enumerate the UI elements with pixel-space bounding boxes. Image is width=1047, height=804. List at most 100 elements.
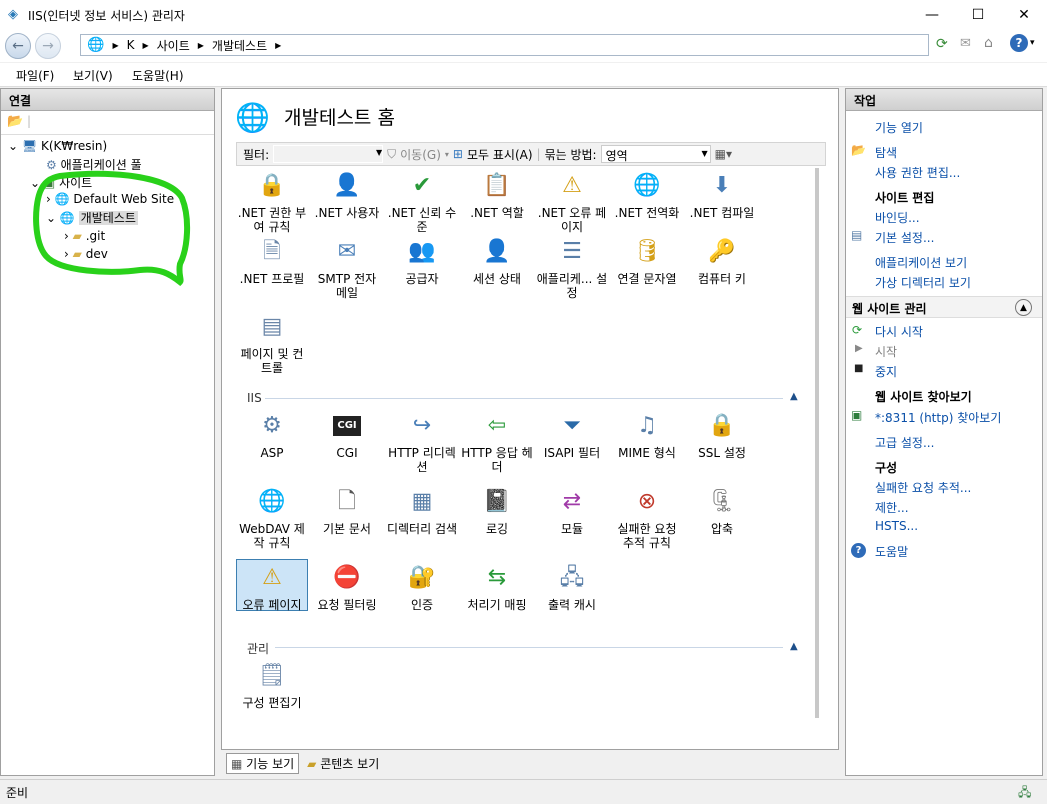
browse-icon: ▣ <box>851 408 863 422</box>
feature-compression[interactable]: 🗜 압축 <box>686 486 758 537</box>
section-browse-site: 웹 사이트 찾아보기 <box>875 390 972 404</box>
action-hsts[interactable]: HSTS... <box>875 519 918 533</box>
compression-icon: 🗜 <box>708 489 736 514</box>
create-connection-icon[interactable]: 📂 <box>7 114 23 129</box>
feature-session-state[interactable]: 👤 세션 상태 <box>461 236 533 287</box>
feature-net-globalization[interactable]: 🌐 .NET 전역화 <box>611 170 683 221</box>
mime-icon: ♫ <box>637 413 657 438</box>
feature-authentication[interactable]: 🔐 인증 <box>386 562 458 613</box>
feature-app-settings[interactable]: ☰ 애플리케... 설정 <box>536 236 608 301</box>
request-filter-icon: ⛔ <box>333 565 361 590</box>
home-icon[interactable]: ⌂ <box>984 35 993 51</box>
action-advanced-settings[interactable]: 고급 설정... <box>875 434 934 451</box>
action-help[interactable]: 도움말 <box>875 543 908 560</box>
feature-net-error-pages[interactable]: ⚠ .NET 오류 페이지 <box>536 170 608 235</box>
maximize-button[interactable]: ☐ <box>955 0 1001 30</box>
feature-net-users[interactable]: 👤 .NET 사용자 <box>311 170 383 221</box>
scrollbar[interactable] <box>815 168 819 718</box>
refresh-icon[interactable]: ⟳ <box>936 36 948 52</box>
feature-error-pages[interactable]: ⚠ 오류 페이지 <box>236 562 308 613</box>
feature-ssl-settings[interactable]: 🔒 SSL 설정 <box>686 410 758 461</box>
feature-net-profile[interactable]: 🗎 .NET 프로필 <box>236 236 308 287</box>
view-mode-icon[interactable]: ▦▾ <box>715 147 732 161</box>
action-open-feature[interactable]: 기능 열기 <box>875 119 923 136</box>
feature-http-response-headers[interactable]: ⇦ HTTP 응답 헤더 <box>461 410 533 475</box>
feature-net-trust[interactable]: ✔ .NET 신뢰 수준 <box>386 170 458 235</box>
feature-request-filtering[interactable]: ⛔ 요청 필터링 <box>311 562 383 613</box>
action-bindings[interactable]: 바인딩... <box>875 209 920 226</box>
chevron-right-icon: ▶ <box>275 40 282 50</box>
feature-webdav[interactable]: 🌐 WebDAV 제작 규칙 <box>236 486 308 551</box>
feature-default-document[interactable]: 🗋 기본 문서 <box>311 486 383 537</box>
breadcrumb-server[interactable]: K <box>127 38 135 52</box>
go-button[interactable]: 이동(G) <box>400 146 441 163</box>
feature-cgi[interactable]: CGI CGI <box>311 410 383 460</box>
feature-connection-strings[interactable]: 🛢 연결 문자열 <box>611 236 683 287</box>
feature-failed-request-tracing[interactable]: ⊗ 실패한 요청 추적 규칙 <box>611 486 683 551</box>
dropdown-icon[interactable]: ▼ <box>701 149 707 158</box>
group-by-select[interactable]: 영역 ▼ <box>600 145 711 163</box>
menu-view[interactable]: 보기(V) <box>73 67 113 84</box>
server-icon: 🖥 <box>21 139 38 153</box>
tab-content-view[interactable]: ▰ 콘텐츠 보기 <box>303 753 383 774</box>
action-limits[interactable]: 제한... <box>875 499 909 516</box>
action-browse[interactable]: *:8311 (http) 찾아보기 <box>875 409 1001 426</box>
forward-button[interactable]: → <box>35 33 61 59</box>
feature-handler-mappings[interactable]: ⇆ 처리기 매핑 <box>461 562 533 613</box>
stop-icon[interactable]: ✉ <box>960 36 971 51</box>
action-stop[interactable]: 중지 <box>875 363 897 380</box>
close-button[interactable]: ✕ <box>1001 0 1047 30</box>
chevron-right-icon: ▶ <box>112 40 119 50</box>
chevron-right-icon: ▶ <box>142 40 149 50</box>
feature-pages-controls[interactable]: ▤ 페이지 및 컨트롤 <box>236 311 308 376</box>
help-dropdown-icon[interactable]: ▾ <box>1030 38 1035 48</box>
feature-net-authorization[interactable]: 🔒 .NET 권한 부여 규칙 <box>236 170 308 235</box>
feature-logging[interactable]: 📓 로깅 <box>461 486 533 537</box>
action-explore[interactable]: 탐색 <box>875 144 897 161</box>
feature-modules[interactable]: ⇄ 모듈 <box>536 486 608 537</box>
action-failed-request-tracing[interactable]: 실패한 요청 추적... <box>875 479 971 496</box>
tree-node-server[interactable]: ⌄ 🖥 K(K₩resin) <box>8 139 107 153</box>
email-icon: ✉ <box>337 239 357 264</box>
menu-help[interactable]: 도움말(H) <box>132 67 184 84</box>
feature-machine-key[interactable]: 🔑 컴퓨터 키 <box>686 236 758 287</box>
show-all-button[interactable]: 모두 표시(A) <box>467 146 533 163</box>
green-annotation-scribble <box>33 170 191 286</box>
feature-smtp-email[interactable]: ✉ SMTP 전자 메일 <box>311 236 383 301</box>
tab-features-view[interactable]: ▦ 기능 보기 <box>226 753 300 774</box>
feature-net-roles[interactable]: 📋 .NET 역할 <box>461 170 533 221</box>
action-view-applications[interactable]: 애플리케이션 보기 <box>875 254 967 271</box>
action-start[interactable]: 시작 <box>875 343 897 360</box>
feature-config-editor[interactable]: 🗒 구성 편집기 <box>236 660 308 711</box>
feature-http-redirect[interactable]: ↪ HTTP 리디렉션 <box>386 410 458 475</box>
help-icon[interactable]: ? <box>1010 34 1028 52</box>
feature-net-compilation[interactable]: ⬇ .NET 컴파일 <box>686 170 758 221</box>
session-icon: 👤 <box>483 239 511 264</box>
feature-providers[interactable]: 👥 공급자 <box>386 236 458 287</box>
failed-trace-icon: ⊗ <box>637 489 657 514</box>
address-bar[interactable]: 🌐 ▶ K ▶ 사이트 ▶ 개발테스트 ▶ <box>80 34 929 56</box>
feature-isapi-filters[interactable]: ⏷ ISAPI 필터 <box>536 410 608 461</box>
network-icon: 🖧 <box>1018 785 1032 799</box>
filter-input[interactable]: ▼ <box>273 145 384 163</box>
collapse-iis-icon[interactable]: ▲ <box>790 391 798 402</box>
feature-asp[interactable]: ⚙ ASP <box>236 410 308 461</box>
back-button[interactable]: ← <box>5 33 31 59</box>
expand-chevron-icon[interactable]: ⌄ <box>8 139 18 153</box>
action-view-virtual-dirs[interactable]: 가상 디렉터리 보기 <box>875 274 971 291</box>
feature-output-caching[interactable]: 🖧 출력 캐시 <box>536 562 608 613</box>
breadcrumb-site[interactable]: 개발테스트 <box>212 37 267 54</box>
menu-file[interactable]: 파일(F) <box>16 67 54 84</box>
action-restart[interactable]: 다시 시작 <box>875 323 923 340</box>
feature-directory-browsing[interactable]: ▦ 디렉터리 검색 <box>386 486 458 537</box>
dropdown-icon[interactable]: ▾ <box>445 150 449 159</box>
feature-mime-types[interactable]: ♫ MIME 형식 <box>611 410 683 461</box>
action-edit-permissions[interactable]: 사용 권한 편집... <box>875 164 960 181</box>
show-all-icon: ⊞ <box>452 147 463 161</box>
action-basic-settings[interactable]: 기본 설정... <box>875 229 934 246</box>
breadcrumb-sites[interactable]: 사이트 <box>157 37 190 54</box>
collapse-management-icon[interactable]: ▲ <box>790 641 798 652</box>
collapse-icon[interactable]: ▲ <box>1015 299 1032 316</box>
dropdown-icon[interactable]: ▼ <box>376 148 382 157</box>
minimize-button[interactable]: — <box>909 0 955 30</box>
